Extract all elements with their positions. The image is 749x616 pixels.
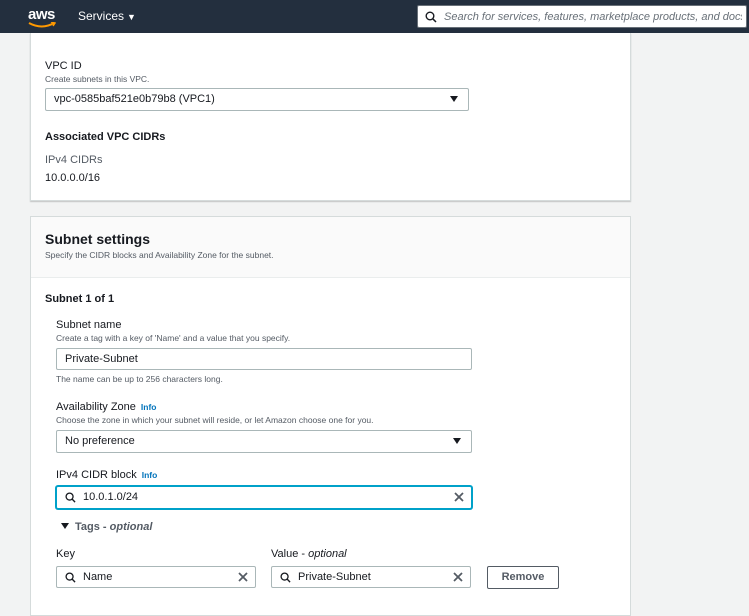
- vpc-id-label: VPC ID: [45, 60, 82, 72]
- remove-tag-button[interactable]: Remove: [487, 566, 559, 589]
- subnet-name-field[interactable]: [56, 348, 472, 370]
- tag-value-field[interactable]: [271, 566, 471, 588]
- subnet-settings-header: [31, 217, 630, 278]
- global-search-input[interactable]: [444, 8, 742, 25]
- tag-value-input[interactable]: [298, 569, 443, 585]
- tags-expander[interactable]: Tags - optional: [61, 521, 152, 533]
- global-search[interactable]: [417, 5, 747, 28]
- associated-cidrs-heading: Associated VPC CIDRs: [45, 131, 166, 143]
- subnet-name-hint: The name can be up to 256 characters lon…: [56, 374, 223, 384]
- dropdown-arrow-icon: [453, 438, 461, 444]
- subnet-heading: Subnet 1 of 1: [45, 293, 115, 305]
- ipv4-cidr-info-link[interactable]: Info: [142, 470, 158, 480]
- subnet-name-input[interactable]: [65, 351, 465, 367]
- availability-zone-label-row: Availability Zone Info: [56, 401, 156, 413]
- vpc-id-select[interactable]: vpc-0585baf521e0b79b8 (VPC1): [45, 88, 469, 111]
- aws-smile-icon: [28, 22, 56, 28]
- tags-optional-label: optional: [109, 521, 153, 533]
- clear-icon[interactable]: [452, 571, 464, 583]
- dropdown-arrow-icon: [450, 96, 458, 102]
- tag-key-input[interactable]: [83, 569, 228, 585]
- subnet-name-description: Create a tag with a key of 'Name' and a …: [56, 333, 291, 343]
- caret-down-icon: [61, 523, 69, 529]
- clear-icon[interactable]: [237, 571, 249, 583]
- ipv4-cidrs-label: IPv4 CIDRs: [45, 154, 103, 166]
- clear-icon[interactable]: [453, 491, 465, 503]
- search-icon: [65, 572, 76, 583]
- ipv4-cidr-label-row: IPv4 CIDR block Info: [56, 469, 157, 481]
- services-label: Services: [78, 9, 125, 23]
- availability-zone-selected: No preference: [65, 435, 135, 447]
- tag-key-field[interactable]: [56, 566, 256, 588]
- vpc-id-description: Create subnets in this VPC.: [45, 74, 150, 84]
- ipv4-cidr-input[interactable]: [83, 489, 443, 505]
- ipv4-cidr-field[interactable]: [56, 486, 472, 509]
- tag-value-optional-label: optional: [308, 548, 347, 560]
- availability-zone-select[interactable]: No preference: [56, 430, 472, 453]
- subnet-settings-description: Specify the CIDR blocks and Availability…: [45, 250, 274, 260]
- availability-zone-info-link[interactable]: Info: [141, 402, 157, 412]
- tags-toggle-label: Tags -: [75, 521, 110, 533]
- vpc-id-selected: vpc-0585baf521e0b79b8 (VPC1): [54, 93, 215, 105]
- services-menu[interactable]: Services ▼: [78, 9, 136, 23]
- tag-value-label-row: Value - optional: [271, 548, 347, 560]
- vpc-panel: [30, 33, 631, 201]
- aws-logo-text: aws: [28, 6, 55, 23]
- search-icon: [280, 572, 291, 583]
- subnet-name-label: Subnet name: [56, 319, 122, 331]
- ipv4-cidr-block-label: IPv4 CIDR block: [56, 469, 137, 481]
- top-navigation-bar: aws Services ▼: [0, 0, 749, 33]
- caret-down-icon: ▼: [127, 12, 136, 22]
- ipv4-cidrs-value: 10.0.0.0/16: [45, 172, 101, 184]
- search-icon: [425, 11, 437, 23]
- search-icon: [65, 492, 76, 503]
- availability-zone-label: Availability Zone: [56, 401, 136, 413]
- availability-zone-description: Choose the zone in which your subnet wil…: [56, 415, 374, 425]
- tag-value-label: Value -: [271, 548, 309, 560]
- tag-key-label: Key: [56, 548, 75, 560]
- aws-logo[interactable]: aws: [24, 2, 60, 30]
- subnet-settings-title: Subnet settings: [45, 231, 151, 247]
